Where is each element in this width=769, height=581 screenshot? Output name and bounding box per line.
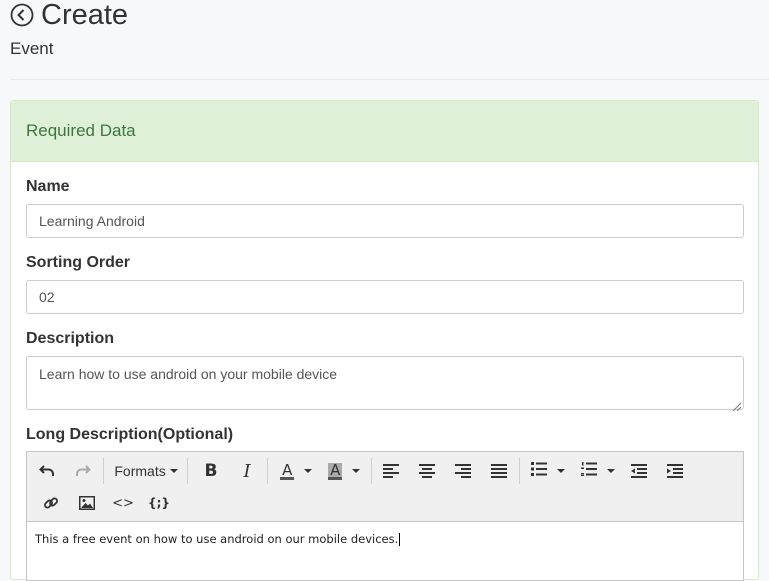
text-cursor <box>399 533 401 546</box>
text-color-icon: A <box>280 460 295 480</box>
name-label: Name <box>26 178 70 195</box>
sorting-order-input[interactable]: 02 <box>26 280 744 314</box>
chevron-down-icon <box>303 469 312 473</box>
bold-icon[interactable]: B <box>199 459 223 483</box>
formats-label: Formats <box>114 463 166 479</box>
description-textarea[interactable]: Learn how to use android on your mobile … <box>26 356 744 412</box>
header-divider <box>10 79 769 80</box>
chevron-down-icon <box>606 469 615 473</box>
code-icon[interactable]: <> <box>111 491 135 515</box>
bullet-list-icon <box>531 462 548 480</box>
rich-text-editor: Formats B I A A <> {;} This a free event… <box>26 451 744 581</box>
sorting-order-value: 02 <box>39 289 55 305</box>
back-circle-icon[interactable] <box>10 3 34 27</box>
required-data-panel: Required Data Name Learning Android Sort… <box>10 100 759 581</box>
align-justify-icon[interactable] <box>487 459 511 483</box>
editor-text: This a free event on how to use android … <box>35 532 399 546</box>
background-color-button[interactable]: A <box>323 459 365 483</box>
align-right-icon[interactable] <box>451 459 475 483</box>
background-color-icon: A <box>328 460 343 480</box>
bullet-list-button[interactable] <box>527 459 569 483</box>
redo-icon[interactable] <box>71 459 95 483</box>
numbered-list-icon <box>581 462 598 480</box>
chevron-down-icon <box>169 469 178 473</box>
formats-dropdown[interactable]: Formats <box>111 459 181 483</box>
toolbar-separator <box>267 458 268 484</box>
chevron-down-icon <box>556 469 565 473</box>
template-icon[interactable]: {;} <box>147 491 171 515</box>
toolbar-separator <box>187 458 188 484</box>
name-input-value: Learning Android <box>39 213 145 229</box>
outdent-icon[interactable] <box>627 459 651 483</box>
name-input[interactable]: Learning Android <box>26 204 744 238</box>
indent-icon[interactable] <box>663 459 687 483</box>
page-subtitle: Event <box>10 39 54 58</box>
chevron-down-icon <box>351 469 360 473</box>
page-header: Create <box>10 0 128 30</box>
link-icon[interactable] <box>39 491 63 515</box>
long-description-label: Long Description(Optional) <box>26 426 234 443</box>
editor-content[interactable]: This a free event on how to use android … <box>27 522 743 556</box>
sorting-order-label: Sorting Order <box>26 254 131 271</box>
align-left-icon[interactable] <box>379 459 403 483</box>
text-color-button[interactable]: A <box>275 459 317 483</box>
description-value: Learn how to use android on your mobile … <box>39 366 338 382</box>
resize-grip-icon[interactable] <box>732 398 742 412</box>
undo-icon[interactable] <box>35 459 59 483</box>
page-title: Create <box>41 0 129 31</box>
image-icon[interactable] <box>75 491 99 515</box>
toolbar-separator <box>103 458 104 484</box>
panel-heading: Required Data <box>11 101 758 162</box>
italic-icon[interactable]: I <box>235 459 259 483</box>
toolbar-separator <box>519 458 520 484</box>
align-center-icon[interactable] <box>415 459 439 483</box>
toolbar-separator <box>371 458 372 484</box>
editor-toolbar: Formats B I A A <> {;} <box>27 452 743 522</box>
description-label: Description <box>26 330 115 347</box>
numbered-list-button[interactable] <box>577 459 619 483</box>
